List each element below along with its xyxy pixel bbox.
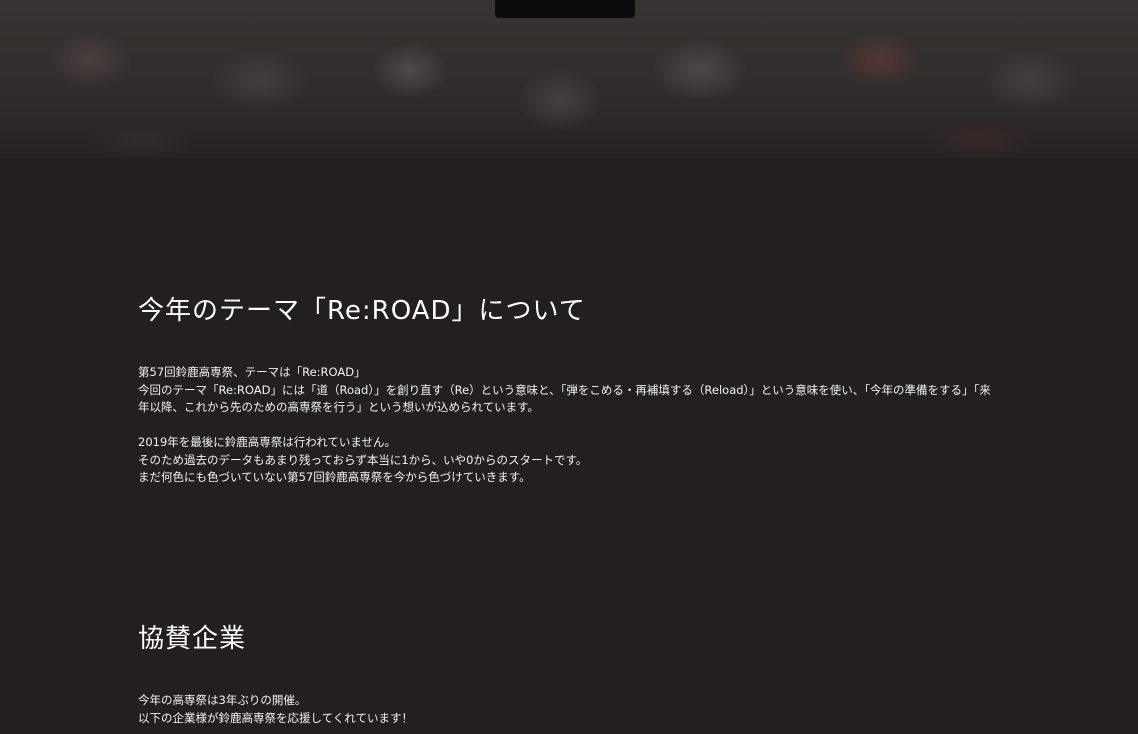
hero-overlay (0, 0, 1138, 158)
hero-button[interactable] (495, 0, 635, 18)
sponsor-section: 協賛企業 (138, 618, 998, 655)
hero-image (0, 0, 1138, 158)
sponsor-heading: 協賛企業 (138, 624, 247, 654)
theme-section: 今年のテーマ「Re:ROAD」について (138, 290, 998, 327)
theme-line-3: 2019年を最後に鈴鹿高専祭は行われていません。 (138, 435, 396, 449)
theme-heading: 今年のテーマ「Re:ROAD」について (138, 296, 586, 326)
theme-line-5: まだ何色にも色づいていない第57回鈴鹿高専祭を今から色づけていきます。 (138, 470, 531, 484)
theme-line-4: そのため過去のデータもあまり残っておらず本当に1から、いや0からのスタートです。 (138, 452, 588, 467)
theme-line-1: 第57回鈴鹿高専祭、テーマは「Re:ROAD」 (138, 365, 366, 379)
theme-line-2: 今回のテーマ「Re:ROAD」には「道（Road）」を創り直す（Re）という意味… (138, 382, 991, 415)
sponsor-description: 今年の高専祭は3年ぶりの開催。 以下の企業様が鈴鹿高専祭を応援してくれています！ (138, 692, 998, 727)
theme-description: 第57回鈴鹿高専祭、テーマは「Re:ROAD」 今回のテーマ「Re:ROAD」に… (138, 364, 998, 487)
sponsor-line-2: 以下の企業様が鈴鹿高専祭を応援してくれています！ (138, 710, 413, 725)
sponsor-line-1: 今年の高専祭は3年ぶりの開催。 (138, 693, 307, 707)
